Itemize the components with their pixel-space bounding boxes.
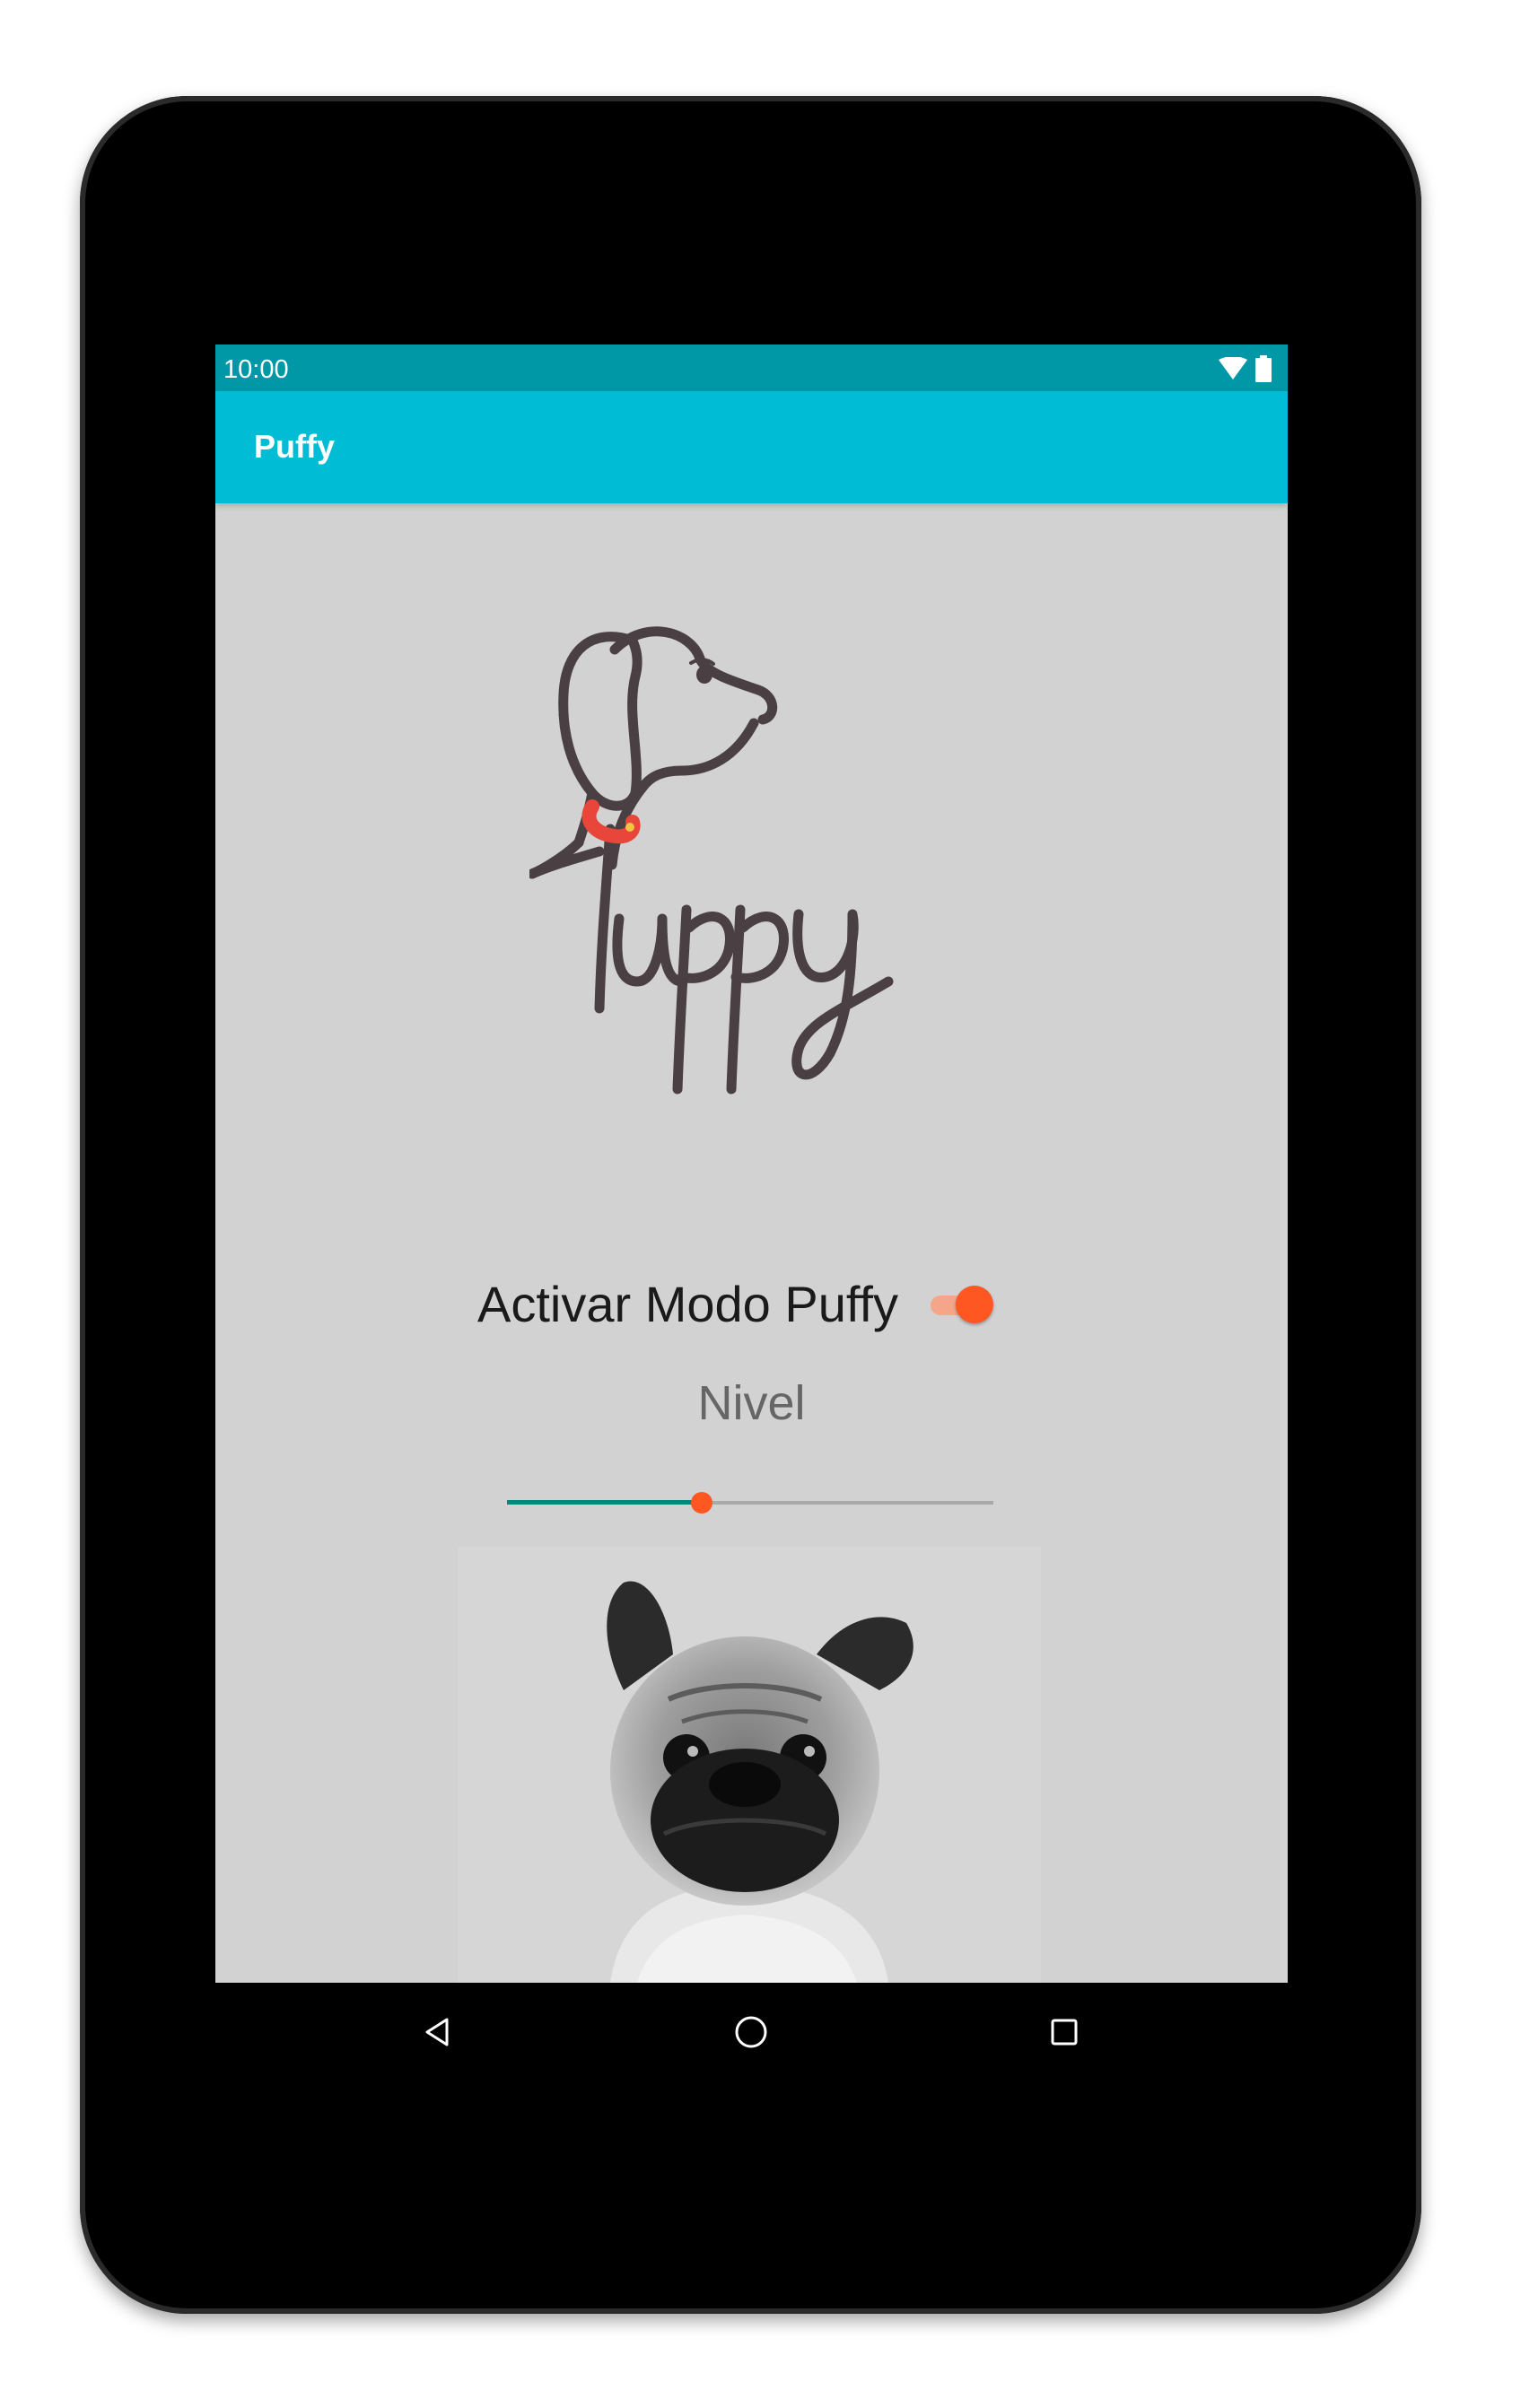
nav-home-button[interactable] — [720, 2001, 782, 2063]
slider-fill — [507, 1500, 702, 1505]
navigation-bar — [215, 1983, 1288, 2081]
puppy-logo — [529, 626, 894, 1095]
pug-photo — [458, 1547, 1041, 1983]
nav-back-button[interactable] — [406, 2001, 469, 2063]
app-bar: Puffy — [215, 391, 1288, 503]
switch-thumb — [955, 1286, 993, 1323]
battery-icon — [1255, 355, 1272, 382]
level-slider[interactable] — [507, 1489, 993, 1516]
app-title: Puffy — [254, 428, 335, 465]
puffy-mode-row: Activar Modo Puffy — [477, 1269, 1034, 1340]
level-label: Nivel — [697, 1376, 806, 1430]
puffy-mode-switch[interactable] — [930, 1285, 993, 1324]
puffy-mode-label: Activar Modo Puffy — [477, 1276, 898, 1332]
status-bar: 10:00 — [215, 345, 1288, 391]
app-screen: 10:00 Puffy Activar Modo Puffy Nivel — [215, 345, 1288, 1983]
back-icon — [425, 2018, 449, 2046]
status-time: 10:00 — [223, 355, 289, 384]
home-icon — [735, 2016, 767, 2048]
recents-icon — [1051, 2019, 1078, 2046]
wifi-icon — [1219, 357, 1247, 380]
nav-recents-button[interactable] — [1033, 2001, 1096, 2063]
status-icons — [1218, 355, 1272, 382]
slider-thumb[interactable] — [690, 1492, 712, 1514]
